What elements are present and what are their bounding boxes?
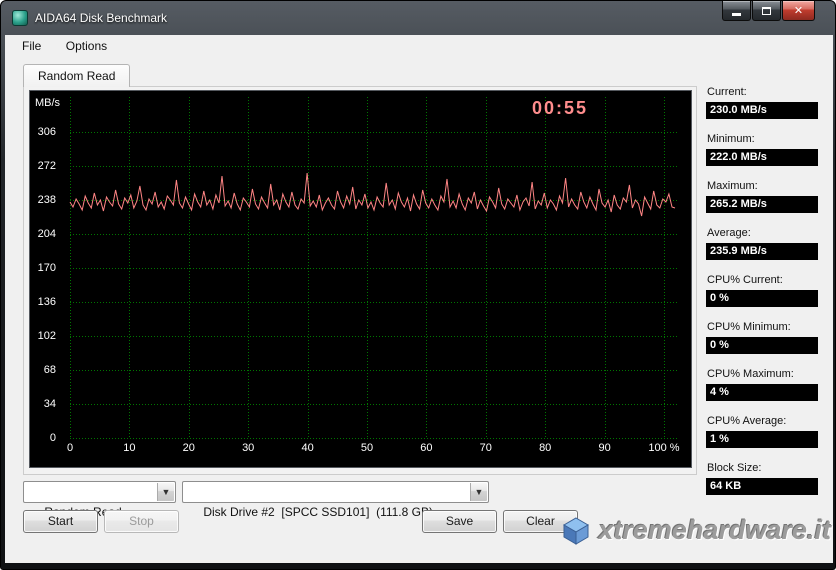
x-tick-label: 20 [161,442,217,454]
watermark-text: xtremehardware.it [598,515,831,546]
x-tick-label: 30 [220,442,276,454]
stop-button[interactable]: Stop [104,510,179,533]
y-tick-label: 238 [30,194,56,206]
x-tick-label: 0 [42,442,98,454]
watermark: xtremehardware.it [561,515,831,546]
minimize-button[interactable] [722,1,751,21]
window-controls: ✕ [721,1,815,21]
stat-label-minimum: Minimum: [707,133,818,146]
x-tick-label: 50 [339,442,395,454]
stat-value-average: 235.9 MB/s [706,243,818,260]
y-tick-label: 102 [30,330,56,342]
save-button[interactable]: Save [422,510,497,533]
y-tick-label: 34 [30,398,56,410]
stat-label-block-size: Block Size: [707,462,818,475]
chevron-down-icon[interactable]: ▼ [157,483,174,501]
stat-value-cpu-current: 0 % [706,290,818,307]
y-tick-label: 306 [30,126,56,138]
stat-label-cpu-current: CPU% Current: [707,274,818,287]
stat-value-cpu-average: 1 % [706,431,818,448]
stat-value-block-size: 64 KB [706,478,818,495]
close-icon: ✕ [794,4,803,17]
menu-file[interactable]: File [12,35,51,59]
close-button[interactable]: ✕ [782,1,815,21]
x-tick-label: 100 % [636,442,692,454]
maximize-icon [762,7,771,15]
benchmark-type-select[interactable]: Random Read ▼ [23,481,176,503]
drive-select-value: Disk Drive #2 [SPCC SSD101] (111.8 GB) [203,505,433,519]
stat-value-current: 230.0 MB/s [706,102,818,119]
start-button[interactable]: Start [23,510,98,533]
menu-bar: File Options [5,35,833,59]
stat-label-current: Current: [707,86,818,99]
x-tick-label: 40 [280,442,336,454]
y-tick-label: 136 [30,296,56,308]
stats-panel: Current: 230.0 MB/s Minimum: 222.0 MB/s … [706,86,818,509]
title-bar[interactable]: AIDA64 Disk Benchmark ✕ [1,1,835,35]
chevron-down-icon[interactable]: ▼ [470,483,487,501]
stat-label-maximum: Maximum: [707,180,818,193]
y-axis-unit-label: MB/s [30,97,60,109]
y-tick-label: 272 [30,160,56,172]
x-tick-label: 80 [517,442,573,454]
stat-label-cpu-average: CPU% Average: [707,415,818,428]
app-icon [12,10,28,26]
y-tick-label: 204 [30,228,56,240]
stat-value-cpu-maximum: 4 % [706,384,818,401]
stat-label-cpu-maximum: CPU% Maximum: [707,368,818,381]
stat-label-average: Average: [707,227,818,240]
elapsed-timer: 00:55 [532,98,588,119]
x-tick-label: 60 [398,442,454,454]
y-tick-label: 68 [30,364,56,376]
minimize-icon [732,13,741,16]
x-tick-label: 70 [458,442,514,454]
benchmark-chart: MB/s 00:55 30627223820417013610268340010… [29,90,692,468]
y-tick-label: 170 [30,262,56,274]
stat-label-cpu-minimum: CPU% Minimum: [707,321,818,334]
x-tick-label: 90 [577,442,633,454]
watermark-icon [561,516,591,546]
drive-select[interactable]: Disk Drive #2 [SPCC SSD101] (111.8 GB) ▼ [182,481,489,503]
window-title: AIDA64 Disk Benchmark [35,11,167,25]
menu-options[interactable]: Options [56,35,117,59]
stat-value-maximum: 265.2 MB/s [706,196,818,213]
tab-random-read[interactable]: Random Read [23,64,130,87]
maximize-button[interactable] [752,1,781,21]
stat-value-cpu-minimum: 0 % [706,337,818,354]
x-tick-label: 10 [101,442,157,454]
stat-value-minimum: 222.0 MB/s [706,149,818,166]
app-window: AIDA64 Disk Benchmark ✕ File Options Ran… [0,0,836,570]
chart-canvas [30,91,691,467]
